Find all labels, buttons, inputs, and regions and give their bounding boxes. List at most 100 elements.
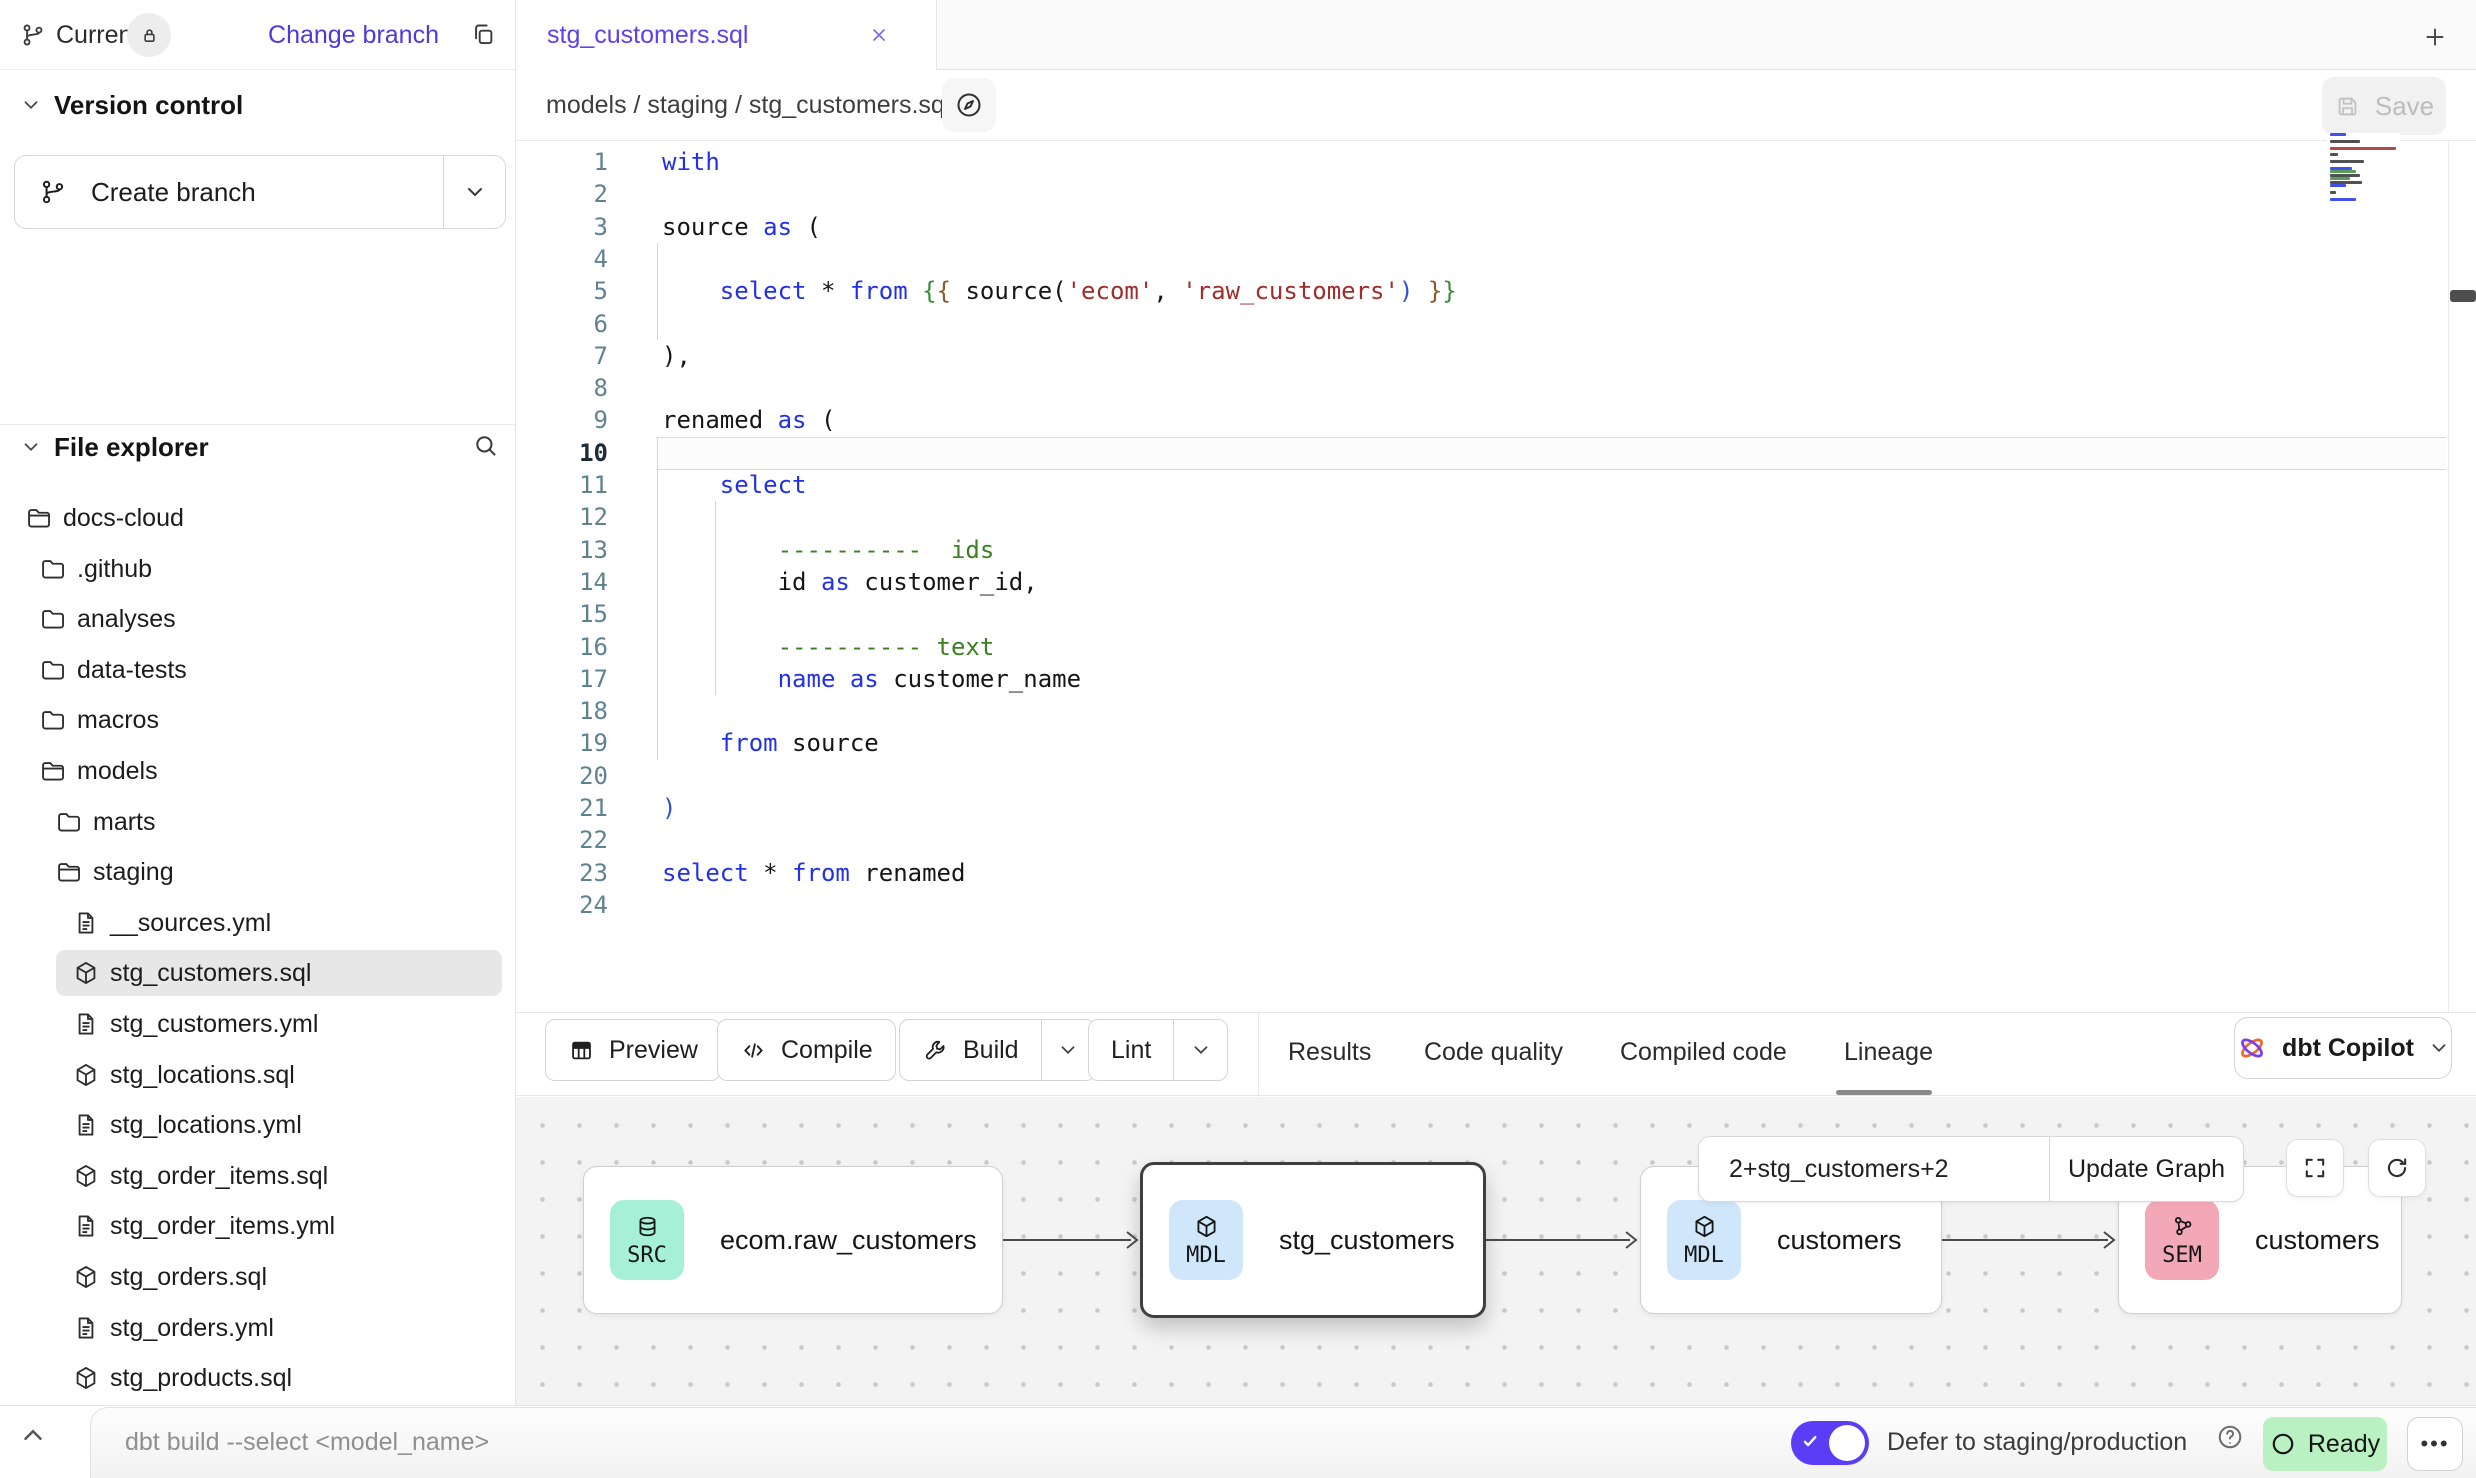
create-branch-dropdown[interactable] xyxy=(443,156,505,228)
folder-icon xyxy=(39,555,67,583)
file-tree-item--github[interactable]: .github xyxy=(0,545,516,593)
file-tree-item-stg-orders-yml[interactable]: stg_orders.yml xyxy=(0,1304,516,1352)
folder-icon xyxy=(55,808,83,836)
file-tree-item-label: stg_order_items.sql xyxy=(110,1162,328,1191)
save-button[interactable]: Save xyxy=(2322,77,2446,135)
lock-icon xyxy=(127,13,171,57)
code-editor[interactable]: 123456789101112131415161718192021222324 … xyxy=(516,141,2476,1012)
file-tree-item-analyses[interactable]: analyses xyxy=(0,595,516,643)
lint-button[interactable]: Lint xyxy=(1088,1019,1228,1081)
command-input[interactable]: dbt build --select <model_name> xyxy=(125,1428,489,1457)
file-tree-item-stg-order-items-yml[interactable]: stg_order_items.yml xyxy=(0,1202,516,1250)
model-cube-icon xyxy=(72,1162,100,1190)
line-number: 4 xyxy=(520,243,608,276)
line-number: 20 xyxy=(520,760,608,793)
create-branch-button[interactable]: Create branch xyxy=(14,155,506,229)
lineage-selector-input[interactable]: 2+stg_customers+2 xyxy=(1699,1155,2049,1184)
help-icon[interactable] xyxy=(2215,1422,2247,1454)
file-tree-item-stg-order-items-sql[interactable]: stg_order_items.sql xyxy=(0,1152,516,1200)
file-tree-item-stg-locations-yml[interactable]: stg_locations.yml xyxy=(0,1101,516,1149)
tab-results[interactable]: Results xyxy=(1288,1038,1371,1067)
folder-open-icon xyxy=(39,757,67,785)
copy-icon[interactable] xyxy=(470,21,497,48)
build-wrench-icon xyxy=(922,1037,949,1064)
fullscreen-button[interactable] xyxy=(2286,1139,2344,1197)
file-tree-item-models[interactable]: models xyxy=(0,747,516,795)
line-number: 14 xyxy=(520,566,608,599)
file-tree-item-macros[interactable]: macros xyxy=(0,696,516,744)
chevron-down-icon[interactable] xyxy=(20,436,42,458)
tab-compiled-code[interactable]: Compiled code xyxy=(1620,1038,1787,1067)
lineage-node-label: ecom.raw_customers xyxy=(720,1225,977,1256)
build-button[interactable]: Build xyxy=(899,1019,1096,1081)
dbt-copilot-button[interactable]: dbt Copilot xyxy=(2234,1017,2452,1079)
plus-icon[interactable] xyxy=(2422,24,2446,48)
editor-toolbar: Preview Compile Build Lint xyxy=(516,1012,2476,1096)
check-icon xyxy=(1801,1432,1820,1451)
file-tree-item-marts[interactable]: marts xyxy=(0,798,516,846)
tab-stg-customers-sql[interactable]: stg_customers.sql xyxy=(517,0,937,70)
git-branch-icon xyxy=(39,178,67,206)
status-bar: dbt build --select <model_name> Defer to… xyxy=(0,1405,2476,1478)
line-number: 21 xyxy=(520,792,608,825)
change-branch-link[interactable]: Change branch xyxy=(268,21,439,50)
file-tree-item-stg-customers-sql[interactable]: stg_customers.sql xyxy=(0,949,516,997)
chevron-down-icon[interactable] xyxy=(20,94,42,116)
code-line: select * from {{ source('ecom', 'raw_cus… xyxy=(662,275,1457,308)
code-line: with xyxy=(662,146,720,179)
file-explorer-heading: File explorer xyxy=(54,432,209,463)
close-icon[interactable] xyxy=(869,25,889,45)
folder-open-icon xyxy=(55,858,83,886)
lineage-canvas[interactable]: SRCecom.raw_customers MDLstg_customersMDL… xyxy=(516,1097,2476,1406)
lineage-edge xyxy=(1486,1225,1642,1255)
update-graph-button[interactable]: Update Graph xyxy=(2049,1137,2243,1201)
file-tree-item-data-tests[interactable]: data-tests xyxy=(0,646,516,694)
file-tree-item-docs-cloud[interactable]: docs-cloud xyxy=(0,494,516,542)
compile-button[interactable]: Compile xyxy=(717,1019,896,1081)
compile-code-icon xyxy=(740,1037,767,1064)
line-number: 17 xyxy=(520,663,608,696)
line-number: 16 xyxy=(520,631,608,664)
dbt-cloud-ide: Current Change branch Version control Cr… xyxy=(0,0,2476,1478)
lineage-node-stg-customers[interactable]: MDLstg_customers xyxy=(1140,1162,1486,1318)
file-tree-item-stg-orders-sql[interactable]: stg_orders.sql xyxy=(0,1253,516,1301)
file-tree-item--sources-yml[interactable]: __sources.yml xyxy=(0,899,516,947)
file-tree-item-stg-customers-yml[interactable]: stg_customers.yml xyxy=(0,1000,516,1048)
file-tree-item-label: staging xyxy=(93,858,174,887)
lineage-node-ecom-raw-customers[interactable]: SRCecom.raw_customers xyxy=(583,1166,1003,1314)
chevron-down-icon xyxy=(463,180,487,204)
tab-code-quality[interactable]: Code quality xyxy=(1424,1038,1563,1067)
chevron-up-icon[interactable] xyxy=(18,1420,54,1456)
code-line: ), xyxy=(662,340,691,373)
preview-button[interactable]: Preview xyxy=(545,1019,721,1081)
preview-table-icon xyxy=(568,1037,595,1064)
toggle-knob xyxy=(1829,1425,1865,1461)
lint-dropdown[interactable] xyxy=(1173,1020,1227,1080)
editor-tab-bar: stg_customers.sql xyxy=(516,0,2476,70)
defer-label: Defer to staging/production xyxy=(1887,1428,2187,1457)
node-type-badge: MDL xyxy=(1169,1200,1243,1280)
build-dropdown[interactable] xyxy=(1041,1020,1095,1080)
scrollbar-thumb[interactable] xyxy=(2450,290,2476,302)
file-tree-item-staging[interactable]: staging xyxy=(0,848,516,896)
compass-icon[interactable] xyxy=(942,78,996,132)
file-tree-item-label: docs-cloud xyxy=(63,504,184,533)
file-tree-item-label: analyses xyxy=(77,605,176,634)
file-tree-item-label: stg_locations.sql xyxy=(110,1061,295,1090)
current-line-highlight xyxy=(656,437,2446,470)
refresh-button[interactable] xyxy=(2368,1139,2426,1197)
line-number: 9 xyxy=(520,404,608,437)
tab-lineage[interactable]: Lineage xyxy=(1844,1038,1933,1067)
file-tree-item-label: stg_locations.yml xyxy=(110,1111,302,1140)
editor-minimap[interactable] xyxy=(2326,133,2400,199)
indent-guide xyxy=(657,437,658,760)
preview-label: Preview xyxy=(609,1036,698,1065)
file-tree-item-label: stg_orders.yml xyxy=(110,1314,274,1343)
command-bar: dbt build --select <model_name> Defer to… xyxy=(90,1407,2476,1478)
more-options-button[interactable]: ••• xyxy=(2407,1417,2463,1471)
line-number: 19 xyxy=(520,727,608,760)
search-icon[interactable] xyxy=(472,432,499,459)
defer-toggle[interactable] xyxy=(1791,1421,1869,1465)
file-tree-item-stg-locations-sql[interactable]: stg_locations.sql xyxy=(0,1051,516,1099)
file-tree-item-stg-products-sql[interactable]: stg_products.sql xyxy=(0,1354,516,1402)
